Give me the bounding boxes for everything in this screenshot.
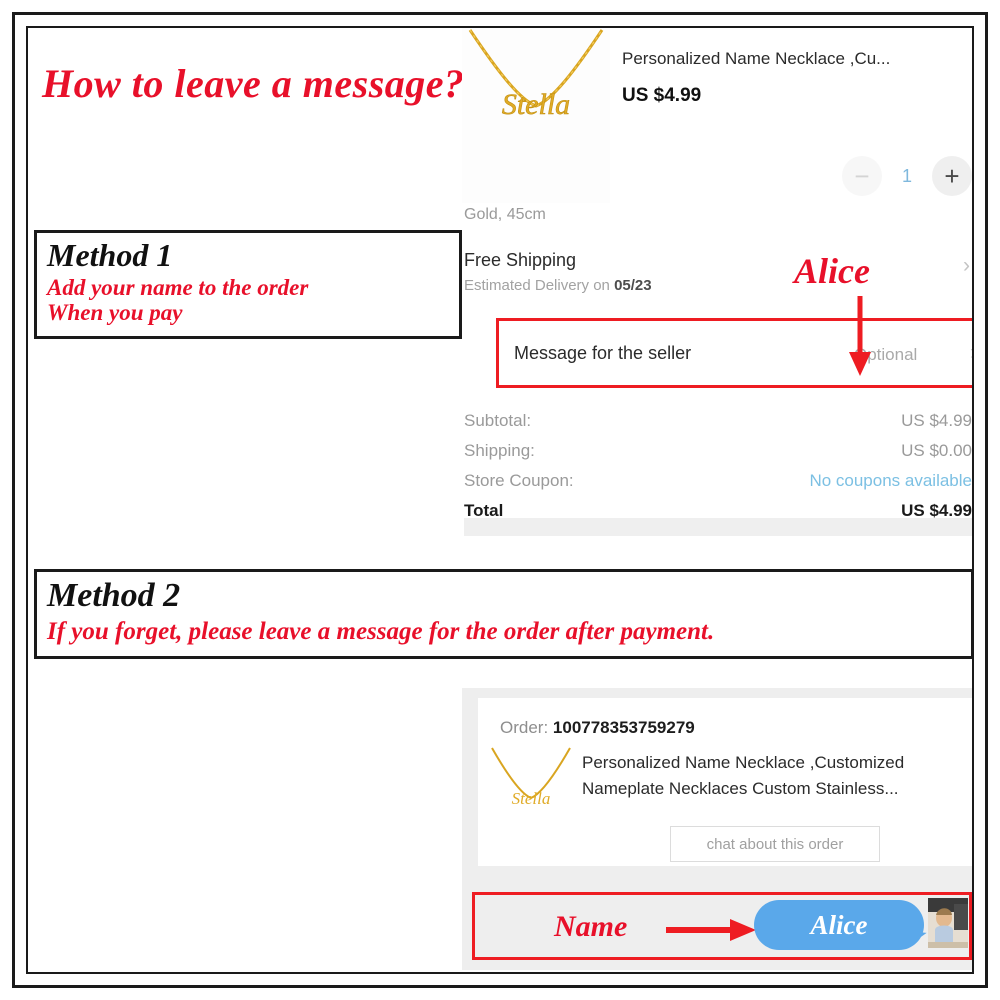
method-1-title: Method 1 — [47, 237, 173, 273]
method-1-line-2: When you pay — [47, 300, 183, 326]
inner-frame-border: How to leave a message? Method 1 Add you… — [26, 26, 974, 974]
screenshot-root: How to leave a message? Method 1 Add you… — [0, 0, 1000, 1000]
table-row: Store Coupon: No coupons available — [464, 466, 972, 496]
table-row: Subtotal: US $4.99 — [464, 406, 972, 436]
shipping-estimate-date: 05/23 — [614, 277, 652, 294]
quantity-stepper[interactable]: − 1 + — [842, 156, 972, 198]
order-number-row: Order: 100778353759279 — [500, 718, 695, 738]
necklace-image: Stella — [462, 28, 610, 203]
quantity-increase-button[interactable]: + — [932, 156, 972, 196]
chat-message-bubble[interactable]: Alice — [754, 900, 924, 950]
chevron-right-icon: › — [963, 254, 970, 277]
total-value: US $0.00 — [901, 441, 972, 460]
product-variant: Gold, 45cm — [464, 206, 546, 223]
method-2-line-1: If you forget, please leave a message fo… — [47, 617, 715, 645]
order-detail-panel: Order: 100778353759279 Stella Personaliz… — [462, 688, 972, 970]
order-product-title: Personalized Name Necklace ,Customized N… — [582, 753, 905, 799]
method-2-title: Method 2 — [47, 577, 181, 614]
method-2-callout: Method 2 If you forget, please leave a m… — [34, 569, 972, 659]
product-price: US $4.99 — [622, 85, 702, 106]
order-totals: Subtotal: US $4.99 Shipping: US $0.00 St… — [464, 406, 972, 526]
shipping-estimate: Estimated Delivery on 05/23 — [464, 277, 652, 294]
total-value: US $4.99 — [901, 411, 972, 430]
buyer-avatar — [928, 898, 968, 948]
shipping-title: Free Shipping — [464, 250, 577, 270]
quantity-decrease-button[interactable]: − — [842, 156, 882, 196]
order-number-value: 100778353759279 — [552, 718, 695, 737]
svg-text:Stella: Stella — [512, 789, 551, 808]
product-title: Personalized Name Necklace ,Cu... — [622, 49, 891, 68]
order-card: Order: 100778353759279 Stella Personaliz… — [478, 698, 972, 866]
quantity-value: 1 — [901, 165, 912, 186]
shipping-estimate-prefix: Estimated Delivery on — [464, 277, 615, 294]
chevron-right-icon: › — [970, 341, 972, 365]
chat-message-text: Alice — [810, 909, 868, 940]
page-title: How to leave a message? — [42, 61, 465, 106]
alice-annotation-arrow-icon — [849, 296, 871, 376]
name-annotation-label: Name — [554, 910, 628, 943]
store-coupon-value[interactable]: No coupons available — [809, 471, 972, 491]
method-1-line-1: Add your name to the order — [47, 274, 309, 300]
shipping-row[interactable]: Free Shipping Estimated Delivery on 05/2… — [464, 250, 972, 312]
chat-bubble-tail — [909, 931, 927, 947]
message-for-seller-label[interactable]: Message for the seller — [514, 343, 691, 364]
method-1-callout: Method 1 Add your name to the order When… — [34, 230, 462, 340]
name-annotation-arrow-icon — [666, 919, 756, 941]
total-label: Shipping: — [464, 441, 535, 460]
section-separator-bar — [464, 518, 972, 536]
total-label: Store Coupon: — [464, 471, 574, 490]
svg-text:Stella: Stella — [502, 88, 570, 121]
necklace-image: Stella — [488, 746, 574, 826]
checkout-card: Stella Personalized Name Necklace ,Cu...… — [462, 28, 972, 548]
alice-annotation-label: Alice — [794, 251, 870, 291]
total-label: Subtotal: — [464, 411, 532, 430]
table-row: Shipping: US $0.00 — [464, 436, 972, 466]
order-number-label: Order: — [500, 718, 553, 737]
chat-about-this-order-button[interactable]: chat about this order — [670, 826, 880, 862]
